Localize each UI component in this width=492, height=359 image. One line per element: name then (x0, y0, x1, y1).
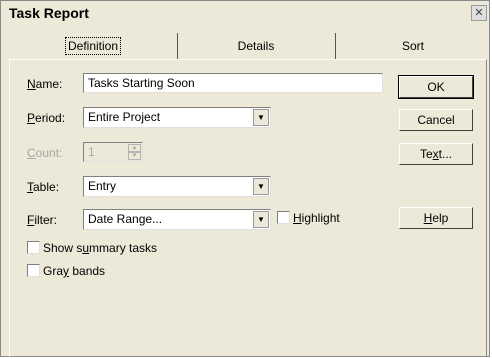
tab-strip: Definition Details Sort (9, 33, 491, 59)
tab-definition-label: Definition (64, 37, 122, 55)
filter-label: Filter: (27, 213, 58, 227)
ok-button[interactable]: OK (398, 75, 474, 99)
table-select-value: Entry (88, 179, 117, 193)
highlight-checkbox[interactable] (277, 211, 290, 224)
close-icon[interactable]: ✕ (471, 5, 487, 21)
spinner-down-icon[interactable]: ▼ (128, 152, 141, 160)
name-input[interactable]: Tasks Starting Soon (83, 73, 383, 93)
spinner-up-icon[interactable]: ▲ (128, 144, 141, 152)
dialog-title: Task Report (9, 5, 89, 21)
tab-sort[interactable]: Sort (335, 33, 491, 59)
period-select[interactable]: Entire Project ▼ (83, 107, 271, 128)
task-report-dialog: Task Report ✕ Definition Details Sort Na… (0, 0, 490, 357)
text-button[interactable]: Text... (399, 143, 473, 165)
period-select-value: Entire Project (88, 110, 161, 124)
dropdown-arrow-icon[interactable]: ▼ (253, 178, 269, 195)
title-bar[interactable]: Task Report ✕ (1, 1, 489, 27)
gray-bands-checkbox[interactable] (27, 264, 40, 277)
count-label: Count: (27, 146, 63, 160)
highlight-label: Highlight (293, 211, 340, 225)
name-label: Name: (27, 77, 63, 91)
period-label: Period: (27, 111, 66, 125)
gray-bands-label: Gray bands (43, 264, 106, 278)
tab-details[interactable]: Details (177, 33, 336, 59)
dropdown-arrow-icon[interactable]: ▼ (253, 109, 269, 126)
filter-select[interactable]: Date Range... ▼ (83, 209, 271, 230)
help-button[interactable]: Help (399, 207, 473, 229)
tab-details-label: Details (237, 39, 275, 53)
cancel-button[interactable]: Cancel (399, 109, 473, 131)
table-label: Table: (27, 180, 60, 194)
show-summary-tasks-label: Show summary tasks (43, 241, 158, 255)
tab-sort-label: Sort (401, 39, 424, 53)
dropdown-arrow-icon[interactable]: ▼ (253, 211, 269, 228)
filter-select-value: Date Range... (88, 212, 163, 226)
count-value: 1 (88, 145, 95, 159)
count-stepper[interactable]: 1 ▲ ▼ (83, 142, 143, 162)
table-select[interactable]: Entry ▼ (83, 176, 271, 197)
show-summary-tasks-checkbox[interactable] (27, 241, 40, 254)
tab-definition[interactable]: Definition (9, 33, 178, 59)
